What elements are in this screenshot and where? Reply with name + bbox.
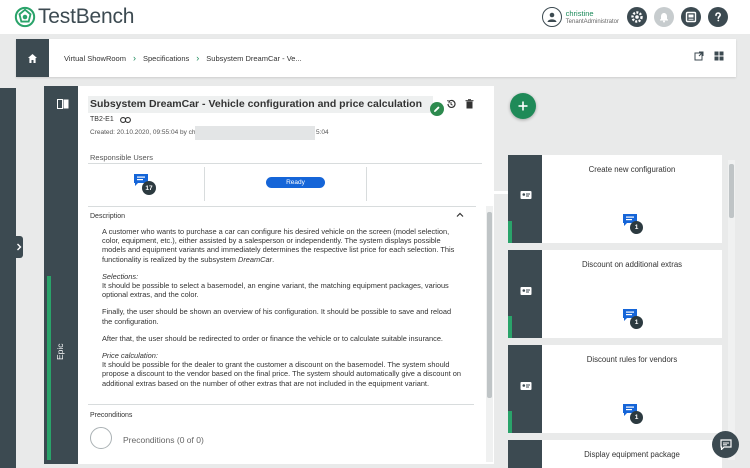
description-text[interactable]: A customer who wants to purchase a car c…: [102, 227, 462, 396]
top-header: TestBench christine TenantAdministrator: [0, 0, 750, 34]
story-icon: [520, 191, 532, 199]
epic-accent-bar: [47, 276, 51, 460]
created-info: Created: 20.10.2020, 09:55:04 by ch: [90, 129, 196, 136]
breadcrumb-separator: ›: [132, 53, 136, 63]
story-list-scrollbar[interactable]: [728, 160, 735, 460]
breadcrumb-item-current[interactable]: Subsystem DreamCar - Ve...: [206, 54, 301, 63]
story-card[interactable]: Discount rules for vendors 1: [508, 345, 722, 433]
chevron-up-icon[interactable]: [456, 211, 464, 219]
description-label: Description: [90, 213, 126, 220]
user-role: TenantAdministrator: [565, 18, 619, 25]
gear-icon: [631, 11, 643, 23]
preconditions-count[interactable]: Preconditions (0 of 0): [123, 435, 204, 445]
status-badge[interactable]: Ready: [266, 177, 325, 188]
story-accent-bar: [508, 316, 512, 338]
story-title: Display equipment package: [584, 450, 680, 459]
app-logo[interactable]: TestBench: [14, 5, 134, 29]
pencil-icon: [434, 106, 440, 112]
breadcrumb-bar: Virtual ShowRoom › Specifications › Subs…: [16, 39, 736, 77]
epic-type-label: Epic: [55, 343, 65, 360]
story-card[interactable]: Create new configuration 1: [508, 155, 722, 243]
user-info[interactable]: christine TenantAdministrator: [566, 9, 619, 26]
story-title: Discount on additional extras: [581, 260, 683, 269]
epic-key: TB2-E1: [90, 116, 114, 123]
chat-button[interactable]: [712, 431, 739, 458]
story-card[interactable]: Discount on additional extras 1: [508, 250, 722, 338]
user-avatar-icon[interactable]: [541, 7, 562, 27]
redacted-area: [195, 126, 315, 140]
comment-count-badge: 1: [630, 316, 643, 329]
media-button[interactable]: [681, 7, 701, 27]
story-type-strip: [508, 440, 542, 468]
story-type-strip: [508, 345, 542, 433]
comment-count-badge: 17: [142, 181, 156, 195]
breadcrumb-item-project[interactable]: Virtual ShowRoom: [64, 54, 126, 63]
add-story-button[interactable]: [510, 93, 536, 119]
home-icon: [28, 53, 37, 63]
testbench-logo-icon: [14, 6, 36, 28]
story-accent-bar: [508, 411, 512, 433]
responsible-users-row: 17 Ready: [90, 167, 482, 201]
story-icon: [520, 382, 532, 390]
story-type-strip: [508, 250, 542, 338]
edit-title-button[interactable]: [430, 102, 444, 116]
history-icon[interactable]: [446, 99, 456, 109]
chat-icon: [719, 439, 732, 450]
help-icon: [715, 12, 722, 22]
user-name: christine: [565, 8, 594, 18]
trash-icon[interactable]: [465, 99, 474, 109]
description-section: Description A customer who wants to purc…: [88, 206, 476, 402]
user-area: christine TenantAdministrator: [541, 0, 750, 34]
breadcrumb-separator: ›: [196, 53, 200, 63]
scrollbar-thumb[interactable]: [729, 164, 734, 218]
notifications-button[interactable]: [654, 7, 674, 27]
story-icon: [520, 287, 532, 295]
story-accent-bar: [508, 221, 512, 243]
preconditions-label: Preconditions: [90, 412, 133, 419]
scrollbar-thumb[interactable]: [487, 212, 492, 398]
created-info-tail: 5:04: [316, 129, 329, 136]
story-title: Create new configuration: [588, 165, 676, 174]
book-icon: [57, 99, 69, 109]
view-tools: [694, 51, 724, 61]
breadcrumb: Virtual ShowRoom › Specifications › Subs…: [64, 39, 302, 77]
story-card[interactable]: Display equipment package: [508, 440, 722, 468]
epic-key-row: TB2-E1: [90, 116, 131, 123]
story-title: Discount rules for vendors: [586, 355, 678, 364]
sidebar-toggle-button[interactable]: [14, 236, 23, 258]
help-button[interactable]: [708, 7, 728, 27]
open-external-icon[interactable]: [694, 51, 704, 61]
chevron-right-icon: [16, 243, 21, 251]
settings-button[interactable]: [627, 7, 647, 27]
epic-actions: [446, 99, 474, 109]
connector-line: [494, 191, 508, 194]
film-icon: [685, 11, 697, 23]
grid-view-icon[interactable]: [714, 51, 724, 61]
plus-icon: [518, 101, 528, 111]
divider: [88, 404, 474, 405]
breadcrumb-item-specifications[interactable]: Specifications: [143, 54, 189, 63]
home-button[interactable]: [16, 39, 49, 77]
divider: [204, 167, 205, 201]
left-rail: [0, 88, 16, 468]
bell-icon: [660, 13, 668, 23]
epic-type-strip: Epic: [44, 86, 78, 464]
epic-title-field[interactable]: Subsystem DreamCar - Vehicle configurati…: [88, 96, 444, 116]
divider: [366, 167, 367, 201]
epic-detail-card: Subsystem DreamCar - Vehicle configurati…: [78, 86, 494, 464]
divider: [88, 163, 482, 164]
link-icon[interactable]: [119, 116, 131, 123]
description-scrollbar[interactable]: [486, 206, 493, 462]
responsible-users-label: Responsible Users: [90, 153, 153, 162]
story-type-strip: [508, 155, 542, 243]
preconditions-progress-icon: [90, 427, 112, 449]
epic-title: Subsystem DreamCar - Vehicle configurati…: [90, 98, 423, 110]
comment-count-badge: 1: [630, 221, 643, 234]
comment-count-badge: 1: [630, 411, 643, 424]
app-name: TestBench: [38, 5, 135, 28]
